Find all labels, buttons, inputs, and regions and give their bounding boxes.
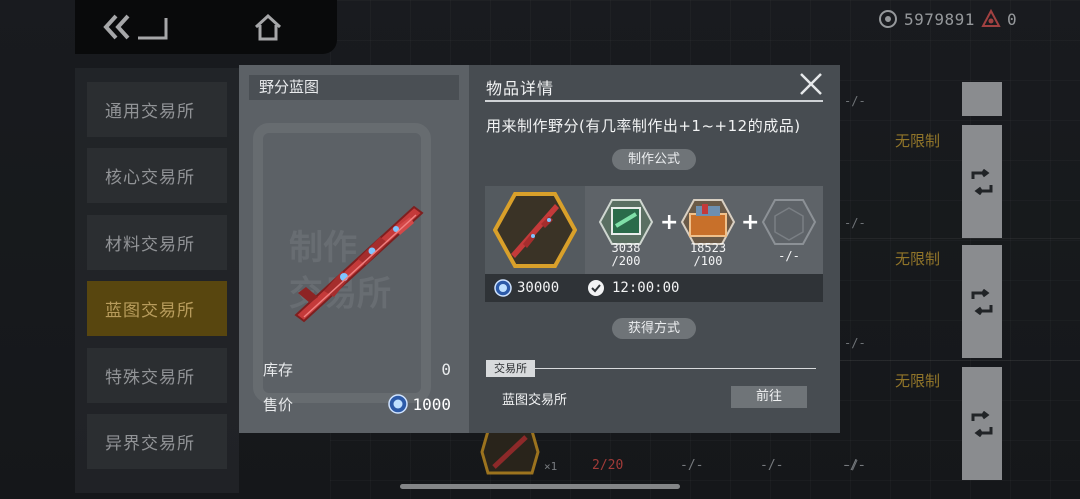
item-name: 野分蓝图	[249, 75, 459, 100]
item-description: 用来制作野分(有几率制作出+1~+12的成品)	[486, 117, 801, 135]
formula-label: 制作公式	[612, 149, 697, 170]
clock-icon	[588, 280, 604, 296]
blue-coin-icon	[494, 279, 512, 297]
detail-title: 物品详情	[486, 79, 555, 98]
craft-time: 12:00:00	[612, 280, 680, 296]
empty-slot-icon	[761, 199, 817, 245]
title-divider	[485, 100, 823, 102]
material-count: 3038 /200	[611, 241, 641, 268]
blue-coin-icon	[388, 394, 409, 414]
source-name: 蓝图交易所	[502, 393, 568, 408]
goto-button[interactable]: 前往	[731, 386, 807, 408]
recipe-panel: 3038 /200 + 18523 /100 + -/- 30000 12:00…	[485, 186, 823, 302]
material-count: -/-	[778, 249, 800, 263]
material-count: 18523 /100	[689, 241, 727, 268]
stock-label: 库存	[263, 361, 294, 379]
recipe-result-slot[interactable]	[485, 186, 585, 274]
stock-value: 0	[441, 360, 451, 379]
craft-cost: 30000	[517, 280, 560, 296]
weapon-blueprint-icon	[294, 205, 424, 323]
price-value-group: 1000	[388, 394, 451, 414]
weapon-hex-icon	[493, 192, 577, 268]
source-tag: 交易所	[486, 360, 535, 377]
item-preview-panel: 制作 交易所 野分蓝图 库存 0 售价 1000	[239, 65, 469, 433]
recipe-cost-bar: 30000 12:00:00	[485, 274, 823, 302]
item-detail-modal: 制作 交易所 野分蓝图 库存 0 售价 1000 物品详情 用来制作野分(有几率…	[239, 65, 840, 433]
price-value: 1000	[412, 394, 451, 414]
obtain-label: 获得方式	[612, 318, 697, 339]
price-label: 售价	[263, 396, 294, 414]
plus-icon: +	[660, 210, 679, 235]
source-divider	[486, 368, 816, 369]
item-detail-panel: 物品详情 用来制作野分(有几率制作出+1~+12的成品) 制作公式 3038 /…	[469, 65, 840, 433]
close-icon[interactable]	[798, 71, 824, 97]
plus-icon: +	[741, 210, 760, 235]
